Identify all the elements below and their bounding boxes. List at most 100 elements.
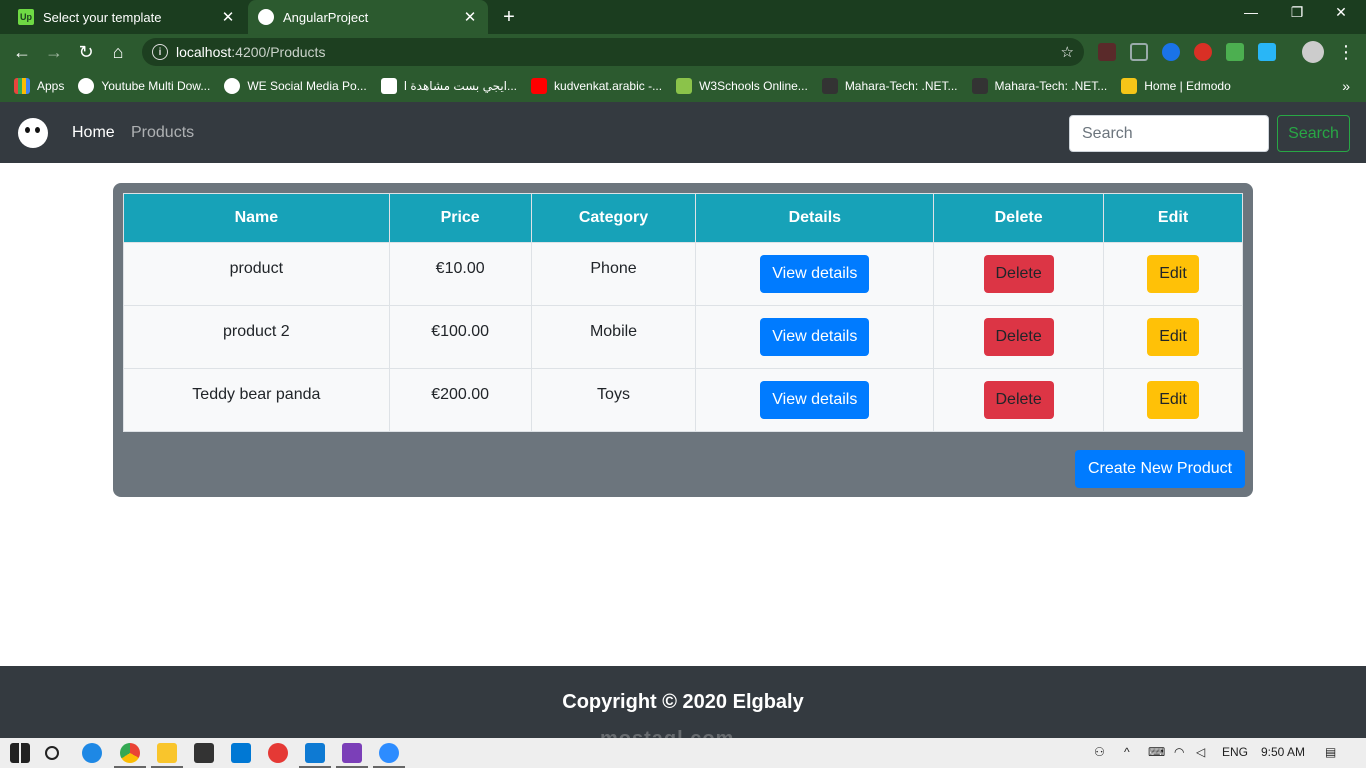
table-row: product 2 €100.00 Mobile View details De… <box>123 305 1243 369</box>
profile-avatar[interactable] <box>1302 41 1324 63</box>
share-extension-icon[interactable] <box>1258 43 1276 61</box>
bookmark-label: kudvenkat.arabic -... <box>554 79 663 93</box>
tab-title: AngularProject <box>283 9 369 25</box>
apps-grid-icon <box>14 78 30 94</box>
restore-icon[interactable]: ❐ <box>1282 4 1312 21</box>
product-category: Toys <box>530 368 697 432</box>
bookmark-star-icon[interactable]: ☆ <box>1061 43 1074 61</box>
delete-button[interactable]: Delete <box>983 318 1054 356</box>
bookmark-egybest[interactable]: ايجي بست مشاهدة ا... <box>380 78 518 94</box>
location-extension-icon[interactable] <box>1130 43 1148 61</box>
bookmark-we-social[interactable]: WE Social Media Po... <box>224 78 367 94</box>
mail-icon[interactable] <box>231 743 251 763</box>
forward-arrow-icon[interactable]: → <box>42 40 66 64</box>
delete-button[interactable]: Delete <box>983 255 1054 293</box>
new-tab-button[interactable]: + <box>498 6 520 29</box>
browser-tab-strip: Up Select your template ✕ AngularProject… <box>0 0 1366 34</box>
column-header-edit: Edit <box>1103 193 1243 243</box>
bookmark-w3schools[interactable]: W3Schools Online... <box>676 78 808 94</box>
bookmark-mahara-1[interactable]: Mahara-Tech: .NET... <box>821 78 958 94</box>
windows-start-icon[interactable] <box>10 743 30 763</box>
view-details-button[interactable]: View details <box>760 318 870 356</box>
view-details-button[interactable]: View details <box>760 381 870 419</box>
edit-cell: Edit <box>1103 368 1243 432</box>
tab-select-template[interactable]: Up Select your template ✕ <box>8 0 246 34</box>
file-explorer-icon[interactable] <box>157 743 177 763</box>
minimize-icon[interactable]: — <box>1236 4 1266 20</box>
menu-kebab-icon[interactable]: ⋮ <box>1334 40 1358 64</box>
view-details-button[interactable]: View details <box>760 255 870 293</box>
address-bar[interactable]: i localhost:4200/Products ☆ <box>142 38 1084 66</box>
bookmark-label: ايجي بست مشاهدة ا... <box>403 79 518 93</box>
product-price: €200.00 <box>388 368 532 432</box>
products-card: Name Price Category Details Delete Edit … <box>113 183 1253 497</box>
search-icon[interactable] <box>45 746 59 760</box>
delete-cell: Delete <box>933 305 1105 369</box>
close-window-icon[interactable]: ✕ <box>1326 4 1356 21</box>
column-header-name: Name <box>123 193 390 243</box>
table-header-row: Name Price Category Details Delete Edit <box>123 193 1243 243</box>
table-row: Teddy bear panda €200.00 Toys View detai… <box>123 368 1243 432</box>
delete-cell: Delete <box>933 368 1105 432</box>
edit-cell: Edit <box>1103 305 1243 369</box>
details-cell: View details <box>695 305 935 369</box>
product-price: €100.00 <box>388 305 532 369</box>
store-icon[interactable] <box>194 743 214 763</box>
close-tab-icon[interactable]: ✕ <box>462 8 478 26</box>
edit-button[interactable]: Edit <box>1147 381 1199 419</box>
bookmark-kudvenkat[interactable]: kudvenkat.arabic -... <box>531 78 662 94</box>
panda-favicon-icon <box>258 9 274 25</box>
nav-products-link[interactable]: Products <box>131 124 194 142</box>
delete-button[interactable]: Delete <box>983 381 1054 419</box>
create-new-product-button[interactable]: Create New Product <box>1075 450 1246 488</box>
clock[interactable]: 9:50 AM <box>1261 745 1305 759</box>
browser-toolbar: ← → ↻ ⌂ i localhost:4200/Products ☆ ⋮ <box>0 34 1366 70</box>
search-input[interactable] <box>1069 115 1269 152</box>
wifi-icon[interactable]: ◠ <box>1174 745 1184 759</box>
edit-button[interactable]: Edit <box>1147 318 1199 356</box>
chrome-icon[interactable] <box>120 743 140 763</box>
site-info-icon[interactable]: i <box>152 44 168 60</box>
volume-icon[interactable]: ◁ <box>1196 745 1205 759</box>
mahara-icon <box>971 78 988 94</box>
edit-cell: Edit <box>1103 242 1243 306</box>
bookmark-apps[interactable]: Apps <box>14 78 64 94</box>
column-header-price: Price <box>388 193 532 243</box>
green-extension-icon[interactable] <box>1226 43 1244 61</box>
table-row: product €10.00 Phone View details Delete… <box>123 242 1243 306</box>
panda-logo-icon[interactable] <box>18 118 48 148</box>
bookmarks-overflow-icon[interactable]: » <box>1342 78 1350 94</box>
bookmarks-bar: Apps Youtube Multi Dow... WE Social Medi… <box>0 70 1366 102</box>
column-header-delete: Delete <box>933 193 1105 243</box>
visual-studio-icon[interactable] <box>342 743 362 763</box>
bookmark-youtube-multi[interactable]: Youtube Multi Dow... <box>78 78 210 94</box>
notification-icon[interactable]: ▤ <box>1325 745 1336 759</box>
details-cell: View details <box>695 368 935 432</box>
search-button[interactable]: Search <box>1277 115 1350 152</box>
recorder-icon[interactable] <box>268 743 288 763</box>
edit-button[interactable]: Edit <box>1147 255 1199 293</box>
tab-title: Select your template <box>43 9 162 25</box>
back-arrow-icon[interactable]: ← <box>10 40 34 64</box>
adblock-extension-icon[interactable] <box>1194 43 1212 61</box>
nav-home-link[interactable]: Home <box>72 124 115 142</box>
edge-icon[interactable] <box>82 743 102 763</box>
language-indicator[interactable]: ENG <box>1222 745 1248 759</box>
home-icon[interactable]: ⌂ <box>106 40 130 64</box>
reload-icon[interactable]: ↻ <box>74 40 98 64</box>
bookmark-edmodo[interactable]: Home | Edmodo <box>1121 78 1231 94</box>
tab-angular-project[interactable]: AngularProject ✕ <box>248 0 488 34</box>
pdf-extension-icon[interactable] <box>1098 43 1116 61</box>
keyboard-icon[interactable]: ⌨ <box>1148 745 1165 759</box>
bookmark-mahara-2[interactable]: Mahara-Tech: .NET... <box>971 78 1107 94</box>
mahara-icon <box>821 78 838 94</box>
blue-extension-icon[interactable] <box>1162 43 1180 61</box>
zoom-icon[interactable] <box>379 743 399 763</box>
windows-taskbar: ⚇ ^ ⌨ ◠ ◁ ENG 9:50 AM ▤ <box>0 738 1366 768</box>
product-name: Teddy bear panda <box>123 368 390 432</box>
people-icon[interactable]: ⚇ <box>1094 745 1105 759</box>
chevron-up-icon[interactable]: ^ <box>1124 745 1130 759</box>
products-table: Name Price Category Details Delete Edit … <box>123 193 1243 432</box>
close-tab-icon[interactable]: ✕ <box>220 8 236 26</box>
vscode-icon[interactable] <box>305 743 325 763</box>
